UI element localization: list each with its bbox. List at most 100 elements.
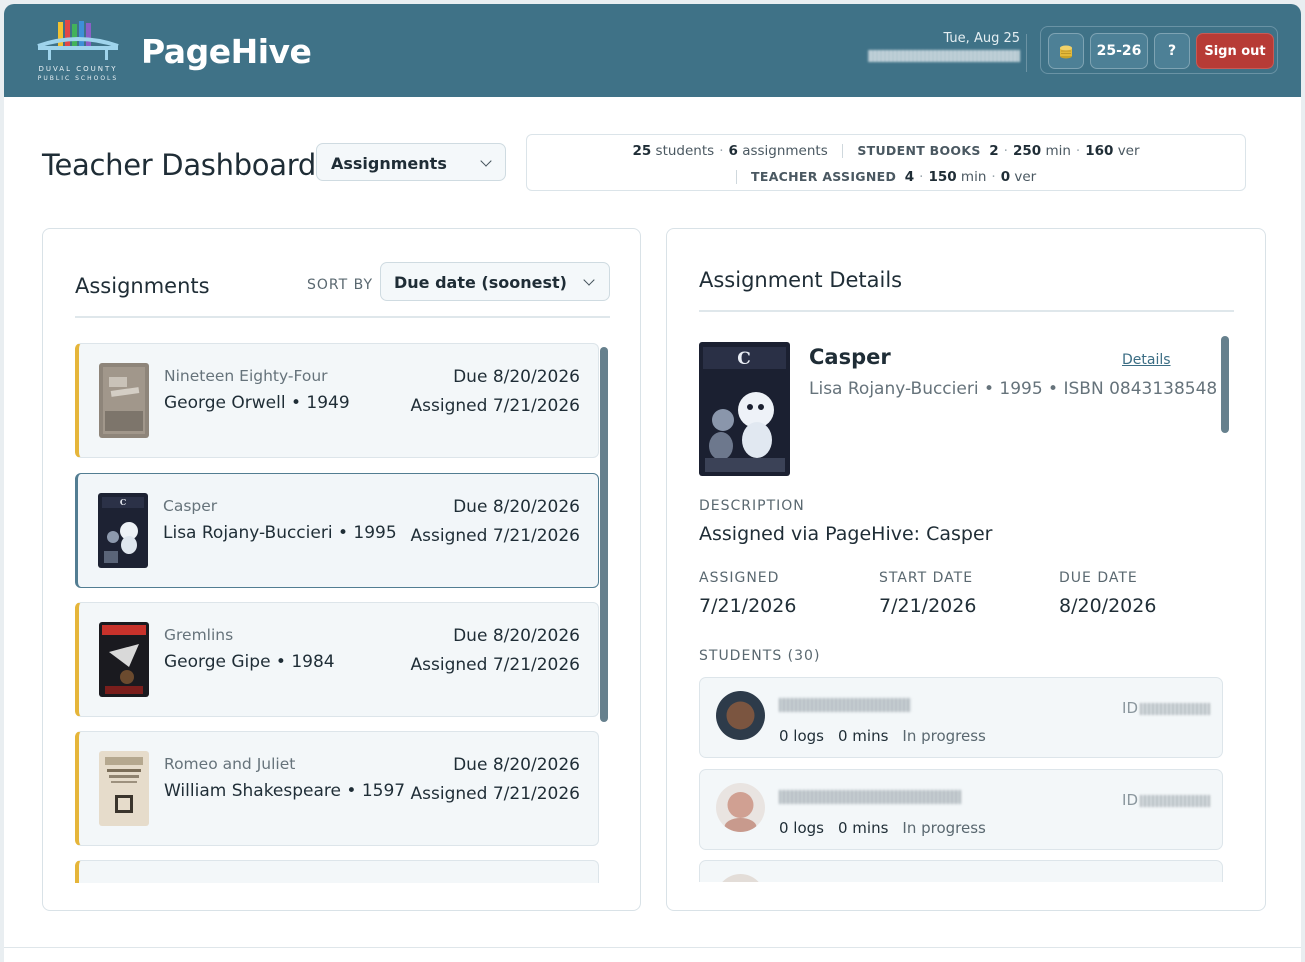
assignment-assigned: Assigned 7/21/2026 (410, 526, 580, 546)
student-status: In progress (902, 727, 986, 745)
book-cover-gremlins-icon (99, 622, 149, 697)
view-select-value: Assignments (331, 154, 447, 173)
assignment-title: Casper (163, 497, 218, 515)
sort-by-label: SORT BY (307, 277, 374, 293)
assignment-card-selected[interactable]: C Casper Lisa Rojany-Buccieri • 1995 Due… (75, 473, 599, 588)
logo-line1: DUVAL COUNTY (38, 65, 118, 73)
student-avatar-icon (716, 783, 765, 832)
min-label: min (1045, 143, 1071, 159)
student-card[interactable] (699, 860, 1223, 882)
assignments-scrollbar[interactable] (600, 347, 608, 722)
avatar (716, 874, 765, 882)
assignment-card[interactable]: Nineteen Eighty-Four George Orwell • 194… (75, 343, 599, 458)
book-cover-casper-icon: C (98, 493, 148, 568)
student-avatar-icon (716, 691, 765, 740)
assignments-panel-title: Assignments (75, 274, 210, 298)
student-status: In progress (902, 819, 986, 837)
details-scrollbar[interactable] (1221, 336, 1229, 433)
chevron-down-icon (583, 274, 595, 286)
app-window: DUVAL COUNTY PUBLIC SCHOOLS PageHive Tue… (4, 4, 1301, 962)
student-avatar-icon (716, 874, 765, 882)
avatar (716, 691, 765, 740)
student-books-label: STUDENT BOOKS (857, 143, 981, 158)
top-header: DUVAL COUNTY PUBLIC SCHOOLS PageHive Tue… (4, 4, 1301, 97)
assignments-panel: Assignments SORT BY Due date (soonest) N… (42, 228, 641, 911)
min-label: min (960, 169, 987, 185)
divider (699, 310, 1234, 312)
coin-stack-icon (1060, 45, 1072, 59)
assigned-date: 7/21/2026 (699, 595, 797, 617)
assignment-card[interactable] (75, 860, 599, 883)
book-meta: Lisa Rojany-Buccieri • 1995 • ISBN 08431… (809, 379, 1218, 399)
sign-out-button[interactable]: Sign out (1196, 33, 1274, 69)
assignment-author: Lisa Rojany-Buccieri • 1995 (163, 523, 397, 543)
stats-summary: 25 students · 6 assignments STUDENT BOOKS … (526, 134, 1246, 191)
assignment-due: Due 8/20/2026 (453, 755, 580, 775)
start-date: 7/21/2026 (879, 595, 977, 617)
blurred-student-name (779, 698, 911, 712)
assignment-title: Nineteen Eighty-Four (164, 367, 328, 385)
due-date-label: DUE DATE (1059, 570, 1138, 586)
brand-name: PageHive (141, 32, 312, 71)
assignment-assigned: Assigned 7/21/2026 (410, 784, 580, 804)
blurred-username (868, 50, 1020, 62)
student-books-count: 2 (989, 143, 999, 159)
coins-button[interactable] (1048, 33, 1084, 69)
assignment-author: George Orwell • 1949 (164, 393, 350, 413)
student-logs: 0 logs (779, 727, 824, 745)
assignments-list: Nineteen Eighty-Four George Orwell • 194… (75, 343, 613, 883)
book-cover-thumbnail (99, 622, 149, 697)
teacher-assigned-ver: 0 (1000, 169, 1011, 185)
student-mins: 0 mins (838, 727, 889, 745)
student-card[interactable]: ID 0 logs 0 mins In progress (699, 769, 1223, 850)
assignment-due: Due 8/20/2026 (453, 497, 580, 517)
assignment-card[interactable]: Romeo and Juliet William Shakespeare • 1… (75, 731, 599, 846)
district-logo: DUVAL COUNTY PUBLIC SCHOOLS (28, 18, 128, 84)
current-date: Tue, Aug 25 (943, 31, 1020, 46)
student-id: ID (1122, 791, 1210, 809)
footer-divider (4, 947, 1301, 948)
date-user-area: Tue, Aug 25 (860, 31, 1020, 67)
teacher-assigned-min: 150 (928, 169, 957, 185)
student-card[interactable]: ID 0 logs 0 mins In progress (699, 677, 1223, 758)
sort-select-value: Due date (soonest) (394, 273, 567, 292)
assignment-assigned: Assigned 7/21/2026 (410, 655, 580, 675)
student-id: ID (1122, 699, 1210, 717)
sort-select[interactable]: Due date (soonest) (380, 262, 610, 301)
student-logs: 0 logs (779, 819, 824, 837)
header-divider (1026, 34, 1027, 72)
assignment-due: Due 8/20/2026 (453, 367, 580, 387)
assignment-title: Gremlins (164, 626, 234, 644)
due-date: 8/20/2026 (1059, 595, 1157, 617)
help-button[interactable]: ? (1154, 33, 1190, 69)
bridge-logo-icon (37, 20, 119, 60)
assignment-author: William Shakespeare • 1597 (164, 781, 406, 801)
assignment-assigned: Assigned 7/21/2026 (410, 396, 580, 416)
start-date-label: START DATE (879, 570, 974, 586)
svg-text:C: C (120, 497, 126, 507)
teacher-assigned-label: TEACHER ASSIGNED (751, 169, 897, 184)
book-cover: C (699, 342, 790, 476)
school-year-button[interactable]: 25-26 (1090, 33, 1148, 69)
divider (75, 316, 610, 318)
page-title: Teacher Dashboard (42, 148, 316, 182)
details-panel-title: Assignment Details (699, 268, 903, 292)
assignment-author: George Gipe • 1984 (164, 652, 335, 672)
details-link[interactable]: Details (1122, 352, 1171, 368)
book-cover-thumbnail (99, 751, 149, 826)
assignment-card[interactable]: Gremlins George Gipe • 1984 Due 8/20/202… (75, 602, 599, 717)
chevron-down-icon (480, 155, 492, 167)
students-label: students (655, 143, 715, 159)
book-cover-thumbnail (99, 363, 149, 438)
blurred-student-name (779, 790, 961, 804)
book-cover-1984-icon (99, 363, 149, 438)
student-books-min: 250 (1012, 143, 1042, 159)
assignments-count: 6 (728, 143, 738, 159)
assignments-label: assignments (742, 143, 828, 159)
students-label: STUDENTS (30) (699, 648, 821, 664)
view-select[interactable]: Assignments (316, 143, 506, 181)
student-books-ver: 160 (1085, 143, 1114, 159)
student-mins: 0 mins (838, 819, 889, 837)
assignment-details-panel: Assignment Details C Casper Details Lisa… (666, 228, 1266, 911)
ver-label: ver (1014, 169, 1037, 185)
